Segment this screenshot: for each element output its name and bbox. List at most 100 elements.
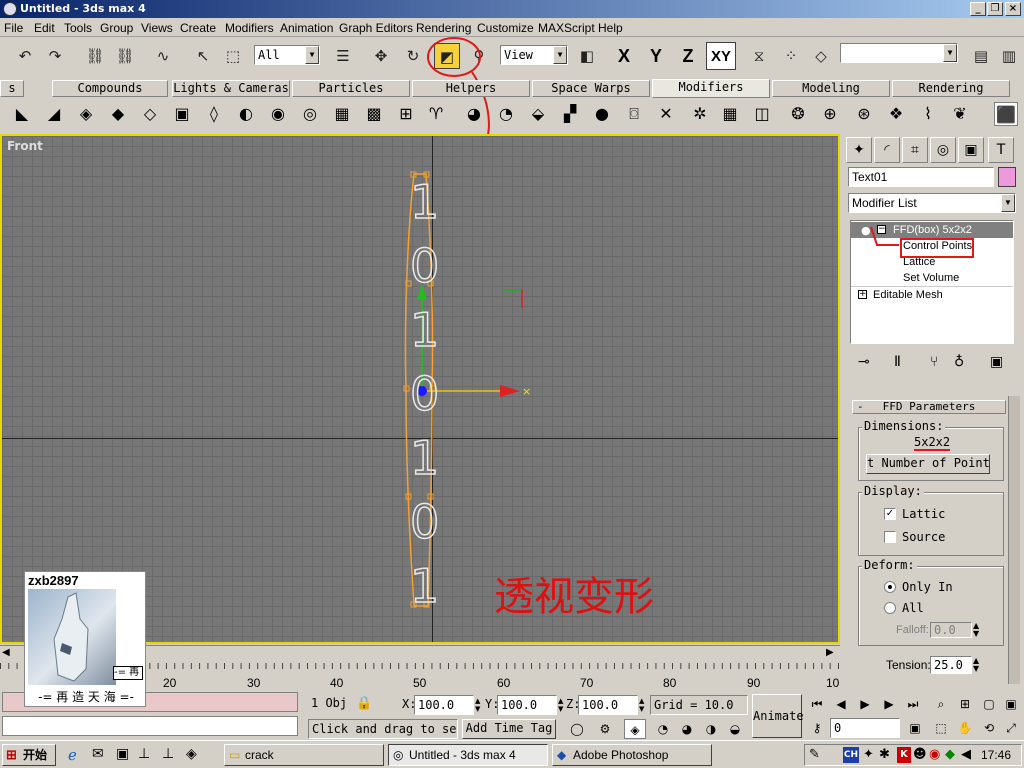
- menu-file[interactable]: File: [4, 21, 23, 35]
- render-scene-icon[interactable]: ⬛: [994, 102, 1018, 126]
- modify-tab-icon[interactable]: ◜: [874, 137, 900, 163]
- degradation-icon[interactable]: ◑: [700, 719, 722, 739]
- optimize-icon[interactable]: ✲: [688, 102, 712, 126]
- source-checkbox[interactable]: [884, 531, 896, 543]
- all-vertices-radio[interactable]: [884, 602, 896, 614]
- minimize-button[interactable]: _: [970, 2, 986, 16]
- menu-animation[interactable]: Animation: [280, 21, 333, 35]
- motion-tab-icon[interactable]: ◎: [930, 137, 956, 163]
- zoom-extents-icon[interactable]: ▢: [978, 694, 1000, 714]
- sphere-icon[interactable]: ●: [590, 102, 614, 126]
- xform-icon[interactable]: ✕: [654, 102, 678, 126]
- select-by-name-icon[interactable]: ☰: [330, 43, 356, 69]
- z-spinner[interactable]: ▲ ▼: [639, 697, 644, 713]
- tray-icon[interactable]: ✦: [863, 747, 874, 762]
- loft-icon[interactable]: ❦: [948, 102, 972, 126]
- move-icon[interactable]: ✥: [368, 43, 394, 69]
- tray-icon[interactable]: ☻: [913, 747, 927, 762]
- stack-item-set-volume[interactable]: Set Volume: [851, 270, 1013, 286]
- animate-button[interactable]: Animate: [752, 694, 804, 738]
- menu-views[interactable]: Views: [141, 21, 173, 35]
- named-selection-dropdown[interactable]: ▼: [840, 43, 958, 63]
- make-unique-icon[interactable]: ⑂: [930, 354, 938, 370]
- tab-compounds[interactable]: Compounds: [52, 80, 168, 97]
- snap-toggle-icon[interactable]: ◯: [566, 719, 588, 739]
- ffd-parameters-rollout[interactable]: - FFD Parameters: [852, 400, 1006, 414]
- tab-particles[interactable]: Particles: [292, 80, 410, 97]
- menu-create[interactable]: Create: [180, 21, 216, 35]
- tab-space-warps[interactable]: Space Warps: [532, 80, 650, 97]
- maximize-viewport-icon[interactable]: ⤢: [1000, 718, 1022, 738]
- next-frame-icon[interactable]: ▶: [878, 694, 900, 714]
- material-icon[interactable]: ❂: [786, 102, 810, 126]
- x-coordinate-field[interactable]: 100.0: [414, 695, 474, 715]
- zoom-icon[interactable]: ⌕: [930, 694, 952, 714]
- unlink-icon[interactable]: ⛓: [112, 43, 138, 69]
- arc-rotate-icon[interactable]: ⟲: [978, 718, 1000, 738]
- key-mode-toggle-icon[interactable]: ⚷: [806, 718, 828, 738]
- falloff-field[interactable]: 0.0: [930, 622, 972, 638]
- mesh-select-icon[interactable]: ⊞: [394, 102, 418, 126]
- tab-objects[interactable]: s: [0, 80, 24, 97]
- diamond-icon[interactable]: ❖: [884, 102, 908, 126]
- meshsmooth-icon[interactable]: ▦: [718, 102, 742, 126]
- viewport-label[interactable]: Front: [7, 139, 43, 153]
- cylinder-icon[interactable]: ⌼: [622, 102, 646, 126]
- bend-icon[interactable]: ◣: [10, 102, 34, 126]
- tab-lights-cameras[interactable]: Lights & Cameras: [172, 80, 290, 97]
- tray-icon[interactable]: ◉: [929, 747, 940, 762]
- x-spinner[interactable]: ▲ ▼: [475, 697, 480, 713]
- start-button[interactable]: ⊞ 开始: [2, 744, 56, 766]
- tray-icon[interactable]: ✱: [879, 747, 890, 762]
- axis-y-button[interactable]: Y: [642, 42, 670, 70]
- task-3dsmax[interactable]: ◎ Untitled - 3ds max 4: [388, 744, 548, 766]
- selection-filter-dropdown[interactable]: All ▼: [254, 45, 320, 65]
- menu-edit[interactable]: Edit: [34, 21, 55, 35]
- mirror-icon[interactable]: ⧖: [746, 43, 772, 69]
- desktop-icon[interactable]: ▣: [116, 746, 129, 762]
- axis-x-button[interactable]: X: [610, 42, 638, 70]
- select-arrow-icon[interactable]: ↖: [190, 43, 216, 69]
- tab-helpers[interactable]: Helpers: [412, 80, 530, 97]
- key-mode-icon[interactable]: ◒: [724, 719, 746, 739]
- quicklaunch-icon[interactable]: ⊥: [138, 746, 150, 762]
- tray-icon[interactable]: ◆: [945, 747, 955, 762]
- menu-help[interactable]: Help: [598, 21, 623, 35]
- angle-snap-icon[interactable]: ⚙: [594, 719, 616, 739]
- input-method-icon[interactable]: CH: [843, 747, 859, 763]
- menu-graph-editors[interactable]: Graph Editors: [339, 21, 413, 35]
- current-frame-field[interactable]: 0: [830, 718, 900, 738]
- window-crossing-icon[interactable]: ◕: [676, 719, 698, 739]
- ripple-icon[interactable]: ◉: [266, 102, 290, 126]
- maxscript-input[interactable]: [2, 716, 298, 736]
- add-time-tag-button[interactable]: Add Time Tag: [462, 719, 556, 739]
- task-crack[interactable]: ▭ crack: [224, 744, 384, 766]
- pin-stack-icon[interactable]: ⊸: [858, 354, 870, 370]
- only-in-volume-radio[interactable]: [884, 581, 896, 593]
- edit-mesh-icon[interactable]: ▞: [558, 102, 582, 126]
- grid-sphere-icon[interactable]: ⊕: [818, 102, 842, 126]
- squeeze-icon[interactable]: ▣: [170, 102, 194, 126]
- relax-icon[interactable]: ◎: [298, 102, 322, 126]
- zoom-extents-all-icon[interactable]: ▣: [1000, 694, 1022, 714]
- tension-field[interactable]: 25.0: [930, 656, 972, 674]
- percent-snap-icon[interactable]: ◈: [624, 719, 646, 739]
- pivot-center-icon[interactable]: ◧: [574, 43, 600, 69]
- antivirus-icon[interactable]: K: [897, 747, 911, 763]
- reference-coordinate-dropdown[interactable]: View ▼: [500, 45, 568, 65]
- go-to-start-icon[interactable]: ⏮: [806, 694, 828, 714]
- modifier-list-dropdown[interactable]: Modifier List ▼: [848, 193, 1016, 213]
- slider-right-icon[interactable]: ▶: [826, 647, 834, 658]
- wave-icon[interactable]: ◐: [234, 102, 258, 126]
- menu-rendering[interactable]: Rendering: [416, 21, 471, 35]
- region-zoom-icon[interactable]: ⬚: [930, 718, 952, 738]
- noise-icon[interactable]: ◆: [106, 102, 130, 126]
- spline-icon[interactable]: ⌇: [916, 102, 940, 126]
- menu-group[interactable]: Group: [100, 21, 133, 35]
- stretch-icon[interactable]: ◇: [138, 102, 162, 126]
- falloff-spinner[interactable]: ▲ ▼: [973, 622, 979, 638]
- menu-maxscript[interactable]: MAXScript: [538, 21, 595, 35]
- time-config-icon[interactable]: ▣: [904, 718, 926, 738]
- object-color-swatch[interactable]: [998, 167, 1016, 187]
- show-end-result-icon[interactable]: Ⅱ: [894, 354, 901, 370]
